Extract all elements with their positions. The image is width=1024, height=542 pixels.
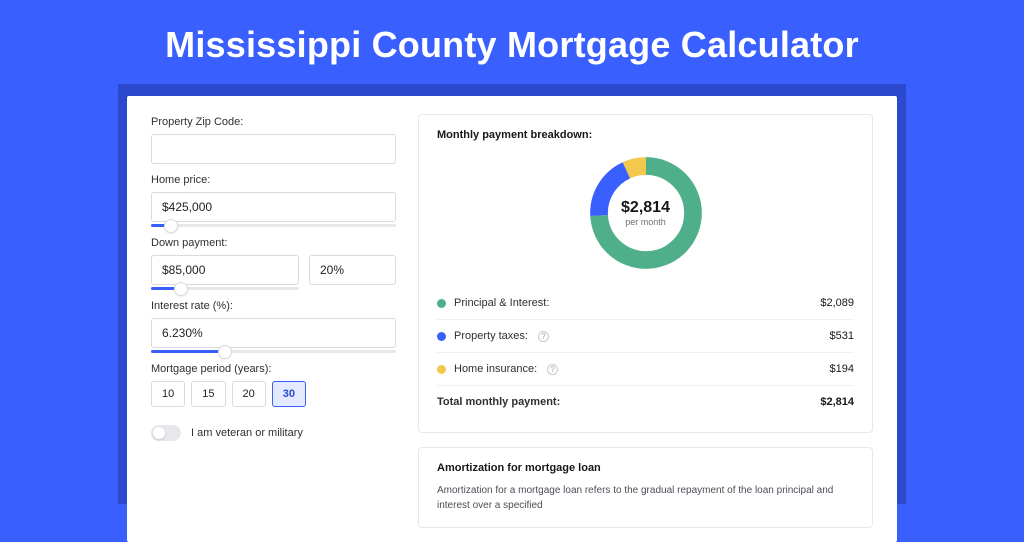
period-option-30[interactable]: 30 [272, 381, 306, 407]
legend-amount: $2,089 [820, 297, 854, 309]
slider-thumb[interactable] [174, 282, 188, 296]
donut-total: $2,814 [621, 199, 670, 217]
interest-slider[interactable] [151, 350, 396, 353]
home-price-label: Home price: [151, 174, 396, 186]
period-option-15[interactable]: 15 [191, 381, 225, 407]
veteran-toggle[interactable] [151, 425, 181, 441]
slider-fill [151, 350, 225, 353]
donut-chart: $2,814 per month [584, 151, 708, 275]
amortization-panel: Amortization for mortgage loan Amortizat… [418, 447, 873, 528]
period-option-20[interactable]: 20 [232, 381, 266, 407]
help-icon[interactable]: ? [538, 331, 549, 342]
interest-label: Interest rate (%): [151, 300, 396, 312]
legend-label: Principal & Interest: [454, 297, 549, 309]
period-label: Mortgage period (years): [151, 363, 396, 375]
slider-thumb[interactable] [164, 219, 178, 233]
slider-thumb[interactable] [218, 345, 232, 359]
donut-sub: per month [621, 217, 670, 227]
legend-amount: $531 [830, 330, 854, 342]
legend: Principal & Interest: $2,089 Property taxe… [437, 287, 854, 385]
zip-label: Property Zip Code: [151, 116, 396, 128]
veteran-row: I am veteran or military [151, 425, 396, 441]
breakdown-panel: Monthly payment breakdown: $2,814 per mo… [418, 114, 873, 433]
amortization-body: Amortization for a mortgage loan refers … [437, 484, 854, 513]
down-payment-pct-input[interactable] [309, 255, 396, 285]
legend-dot [437, 332, 446, 341]
page-title: Mississippi County Mortgage Calculator [0, 0, 1024, 84]
legend-label: Property taxes: [454, 330, 528, 342]
legend-amount: $194 [830, 363, 854, 375]
home-price-slider[interactable] [151, 224, 396, 227]
down-payment-label: Down payment: [151, 237, 396, 249]
zip-input[interactable] [151, 134, 396, 164]
toggle-knob [153, 427, 165, 439]
period-options: 1015 2030 [151, 381, 396, 407]
zip-input-wrap [151, 134, 396, 164]
form-column: Property Zip Code: Home price: Down paym… [151, 114, 396, 542]
legend-row: Property taxes:? $531 [437, 319, 854, 352]
legend-total-row: Total monthly payment: $2,814 [437, 385, 854, 418]
interest-input[interactable] [151, 318, 396, 348]
amortization-title: Amortization for mortgage loan [437, 462, 854, 474]
donut-wrap: $2,814 per month [437, 151, 854, 275]
total-label: Total monthly payment: [437, 396, 560, 408]
home-price-input[interactable] [151, 192, 396, 222]
legend-dot [437, 299, 446, 308]
down-payment-amount-input[interactable] [151, 255, 299, 285]
legend-label: Home insurance: [454, 363, 537, 375]
card-shadow: Property Zip Code: Home price: Down paym… [118, 84, 906, 504]
breakdown-column: Monthly payment breakdown: $2,814 per mo… [396, 114, 873, 542]
interest-wrap [151, 318, 396, 353]
legend-dot [437, 365, 446, 374]
down-payment-row [151, 255, 396, 290]
calculator-card: Property Zip Code: Home price: Down paym… [127, 96, 897, 542]
veteran-label: I am veteran or military [191, 427, 303, 439]
legend-row: Home insurance:? $194 [437, 352, 854, 385]
home-price-wrap [151, 192, 396, 227]
donut-center: $2,814 per month [621, 199, 670, 227]
total-amount: $2,814 [820, 396, 854, 408]
help-icon[interactable]: ? [547, 364, 558, 375]
breakdown-title: Monthly payment breakdown: [437, 129, 854, 141]
down-payment-slider[interactable] [151, 287, 299, 290]
legend-row: Principal & Interest: $2,089 [437, 287, 854, 319]
period-option-10[interactable]: 10 [151, 381, 185, 407]
